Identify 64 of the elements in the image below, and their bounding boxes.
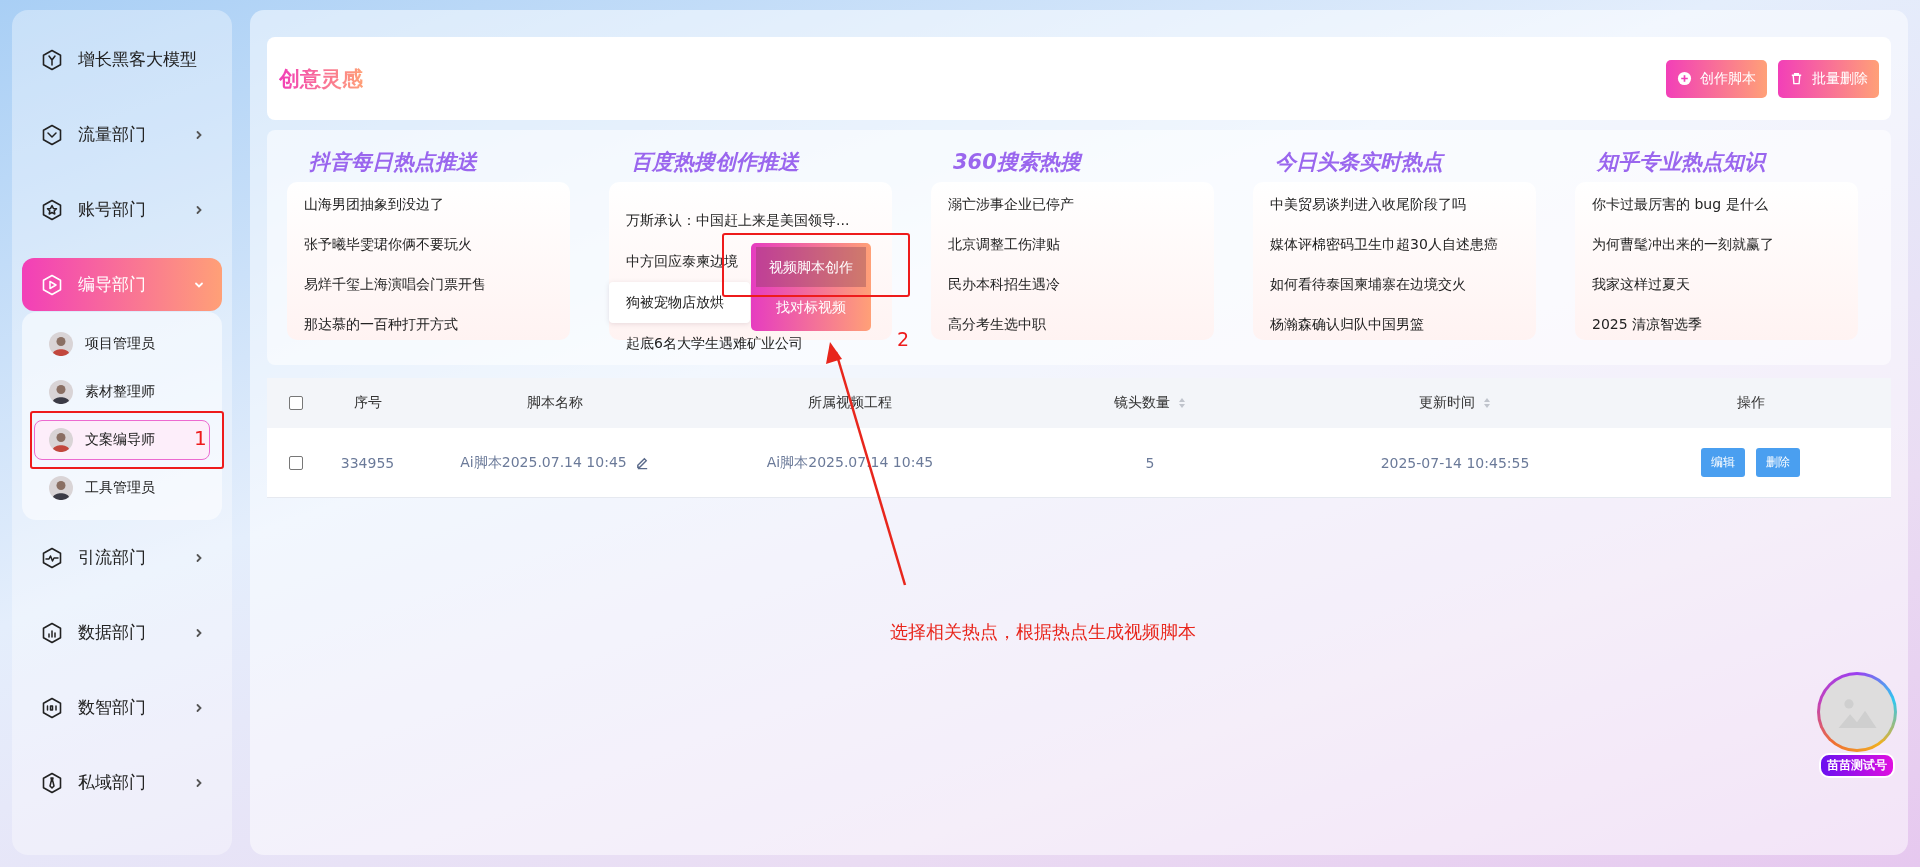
trash-icon [1789, 71, 1804, 86]
table-cell: 2025-07-14 10:45:55 [1380, 454, 1530, 471]
source-title: 360搜索热搜 [953, 149, 1081, 176]
hexagon-chevron-icon [40, 122, 64, 147]
submenu-item[interactable]: 项目管理员 [34, 324, 210, 364]
topic-item[interactable]: 北京调整工伤津贴 [931, 224, 1064, 264]
topic-item[interactable]: 民办本科招生遇冷 [931, 264, 1064, 304]
topic-item[interactable]: 万斯承认：中国赶上来是美国领导... [609, 200, 854, 241]
step-number: 1 [194, 426, 207, 450]
topic-item[interactable]: 你卡过最厉害的 bug 是什么 [1575, 184, 1772, 224]
hexagon-play-icon [40, 272, 64, 297]
column-header: 镜头数量 [1114, 394, 1170, 412]
hexagon-star-icon [40, 197, 64, 222]
step-number: 2 [897, 328, 910, 350]
avatar-icon [49, 428, 73, 452]
topic-item[interactable]: 易烊千玺上海演唱会门票开售 [287, 264, 490, 304]
hexagon-pulse-icon [40, 545, 64, 570]
avatar-icon [49, 332, 73, 356]
topic-item[interactable]: 山海男团抽象到没边了 [287, 184, 448, 224]
pencil-icon[interactable] [634, 455, 650, 470]
submenu-item[interactable]: 素材整理师 [34, 372, 210, 412]
nav-item[interactable]: 数智部门 [22, 681, 222, 734]
column-header: 更新时间 [1419, 394, 1475, 412]
row-checkbox[interactable] [289, 455, 303, 470]
topic-item[interactable]: 狗被宠物店放烘 [609, 282, 750, 323]
nav-item[interactable]: 数据部门 [22, 606, 222, 659]
plus-circle-icon [1677, 71, 1692, 86]
topic-item[interactable]: 我家这样过夏天 [1575, 264, 1694, 304]
topic-item[interactable]: 溺亡涉事企业已停产 [931, 184, 1078, 224]
hexagon-bar-chart-icon [40, 620, 64, 645]
nav-item[interactable]: 账号部门 [22, 183, 222, 236]
nav-item[interactable]: 私域部门 [22, 756, 222, 809]
select-all-checkbox[interactable] [289, 396, 303, 410]
topic-item[interactable]: 媒体评棉密码卫生巾超30人自述患癌 [1253, 224, 1502, 264]
hexagon-y-icon [40, 47, 64, 72]
topic-item[interactable]: 杨瀚森确认归队中国男篮 [1253, 304, 1428, 344]
topic-item[interactable]: 中美贸易谈判进入收尾阶段了吗 [1253, 184, 1470, 224]
hexagon-tie-icon [40, 770, 64, 795]
table-cell: 5 [1145, 454, 1155, 471]
annotation-text: 选择相关热点，根据热点生成视频脚本 [890, 620, 1196, 644]
nav-item[interactable]: 引流部门 [22, 531, 222, 584]
nav-item[interactable]: 增长黑客大模型 [22, 33, 222, 86]
avatar-icon [49, 380, 73, 404]
menu-item[interactable]: 视频脚本创作 [756, 247, 866, 287]
topic-item[interactable]: 张予曦毕雯珺你俩不要玩火 [287, 224, 476, 264]
topic-item[interactable]: 如何看待泰国柬埔寨在边境交火 [1253, 264, 1470, 304]
submenu-item[interactable]: 工具管理员 [34, 468, 210, 508]
topic-item[interactable]: 那达慕的一百种打开方式 [287, 304, 462, 344]
avatar-icon [49, 476, 73, 500]
source-title: 今日头条实时热点 [1275, 149, 1443, 176]
hexagon-binary-icon [40, 695, 64, 720]
nav-item[interactable]: 流量部门 [22, 108, 222, 161]
topic-item[interactable]: 为何曹髦冲出来的一刻就赢了 [1575, 224, 1778, 264]
source-title: 百度热搜创作推送 [631, 149, 799, 176]
source-title: 抖音每日热点推送 [309, 149, 477, 176]
column-header: 操作 [1736, 394, 1765, 412]
column-header: 脚本名称 [527, 394, 583, 412]
topic-item[interactable]: 高分考生选中职 [931, 304, 1050, 344]
column-header: 序号 [353, 394, 382, 412]
profile-badge: 苗苗测试号 [1819, 753, 1895, 778]
topic-item[interactable]: 2025 清凉智选季 [1575, 304, 1707, 344]
table-cell: Ai脚本2025.07.14 10:45 [460, 453, 627, 472]
source-title: 知乎专业热点知识 [1597, 149, 1765, 176]
table-cell: 334955 [340, 454, 395, 471]
